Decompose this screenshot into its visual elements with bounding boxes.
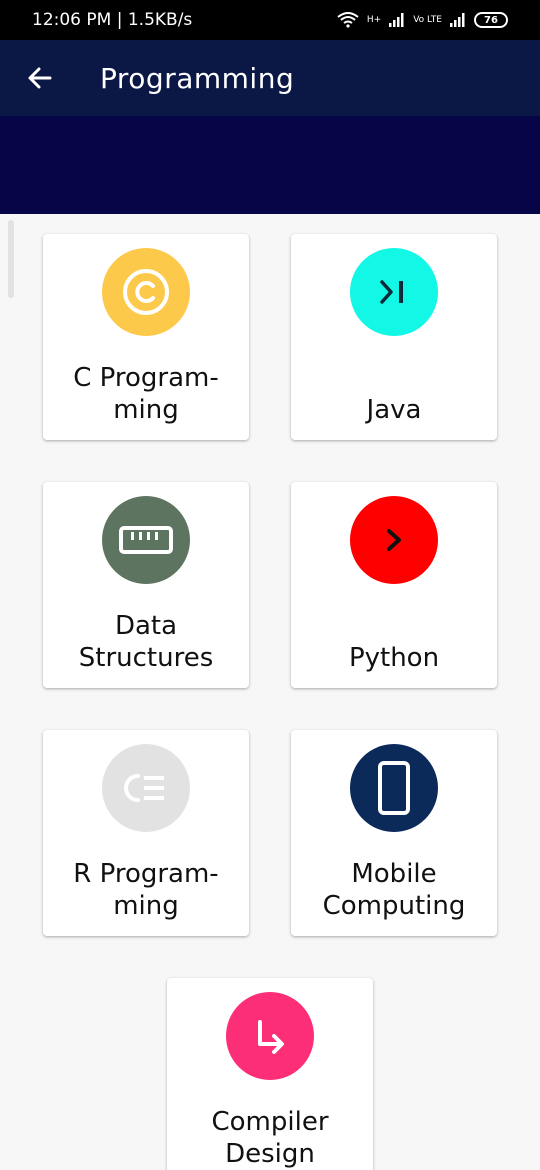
card-mobile-computing[interactable]: Mobile Computing	[291, 730, 497, 936]
card-label-line2: Python	[348, 643, 440, 673]
scrollbar[interactable]	[8, 220, 14, 298]
card-label-line1: R Program-	[73, 859, 219, 889]
card-label-line1: Compiler	[211, 1107, 329, 1137]
app-bar: Programming	[0, 40, 540, 116]
status-icons: H+ Vo LTE 76	[337, 12, 508, 28]
card-label-line2: ming	[113, 395, 179, 425]
back-arrow-icon[interactable]	[24, 62, 56, 94]
card-label-line2: Design	[225, 1139, 315, 1169]
card-r-programming[interactable]: R Program- ming	[43, 730, 249, 936]
card-label: Mobile Computing	[297, 858, 491, 922]
card-label-line1: Data	[114, 611, 178, 641]
page-title: Programming	[100, 62, 295, 95]
skip-forward-icon	[380, 280, 403, 304]
card-icon-circle	[350, 744, 438, 832]
card-python[interactable]: Python	[291, 482, 497, 688]
card-label-line2: Java	[366, 395, 422, 425]
smartphone-icon	[378, 761, 410, 815]
card-icon-circle	[102, 496, 190, 584]
card-label-line1: Mobile	[351, 859, 437, 889]
battery-icon: 76	[474, 12, 508, 28]
card-label: Compiler Design	[173, 1106, 367, 1170]
signal-icon	[389, 13, 404, 27]
card-label-line2: Structures	[78, 643, 214, 673]
status-bar: 12:06 PM | 1.5KB/s H+ Vo LTE 76	[0, 0, 540, 40]
copyright-icon	[123, 269, 169, 315]
card-icon-circle	[102, 744, 190, 832]
card-label-line1: C Program-	[73, 363, 219, 393]
card-label: R Program- ming	[49, 858, 243, 922]
list-icon	[124, 774, 164, 802]
header-band	[0, 116, 540, 214]
card-icon-circle	[350, 248, 438, 336]
card-label: Java	[297, 394, 491, 426]
wifi-icon	[337, 12, 359, 28]
card-compiler-design[interactable]: Compiler Design	[167, 978, 373, 1170]
card-c-programming[interactable]: C Program- ming	[43, 234, 249, 440]
card-data-structures[interactable]: Data Structures	[43, 482, 249, 688]
card-icon-circle	[102, 248, 190, 336]
card-label: C Program- ming	[49, 362, 243, 426]
card-icon-circle	[350, 496, 438, 584]
ruler-icon	[119, 526, 173, 554]
card-label: Python	[297, 642, 491, 674]
volte-label: Vo LTE	[413, 15, 442, 25]
card-icon-circle	[226, 992, 314, 1080]
content-area: C Program- ming Java Data Structures Pyt…	[0, 214, 540, 1170]
card-java[interactable]: Java	[291, 234, 497, 440]
signal-icon-2	[450, 13, 465, 27]
status-time: 12:06 PM | 1.5KB/s	[32, 10, 193, 30]
arrow-down-right-icon	[258, 1020, 284, 1054]
chevron-right-icon	[387, 529, 401, 551]
card-label-line2: Computing	[322, 891, 466, 921]
card-label-line2: ming	[113, 891, 179, 921]
card-label: Data Structures	[49, 610, 243, 674]
network-type-label: H+	[366, 15, 382, 25]
